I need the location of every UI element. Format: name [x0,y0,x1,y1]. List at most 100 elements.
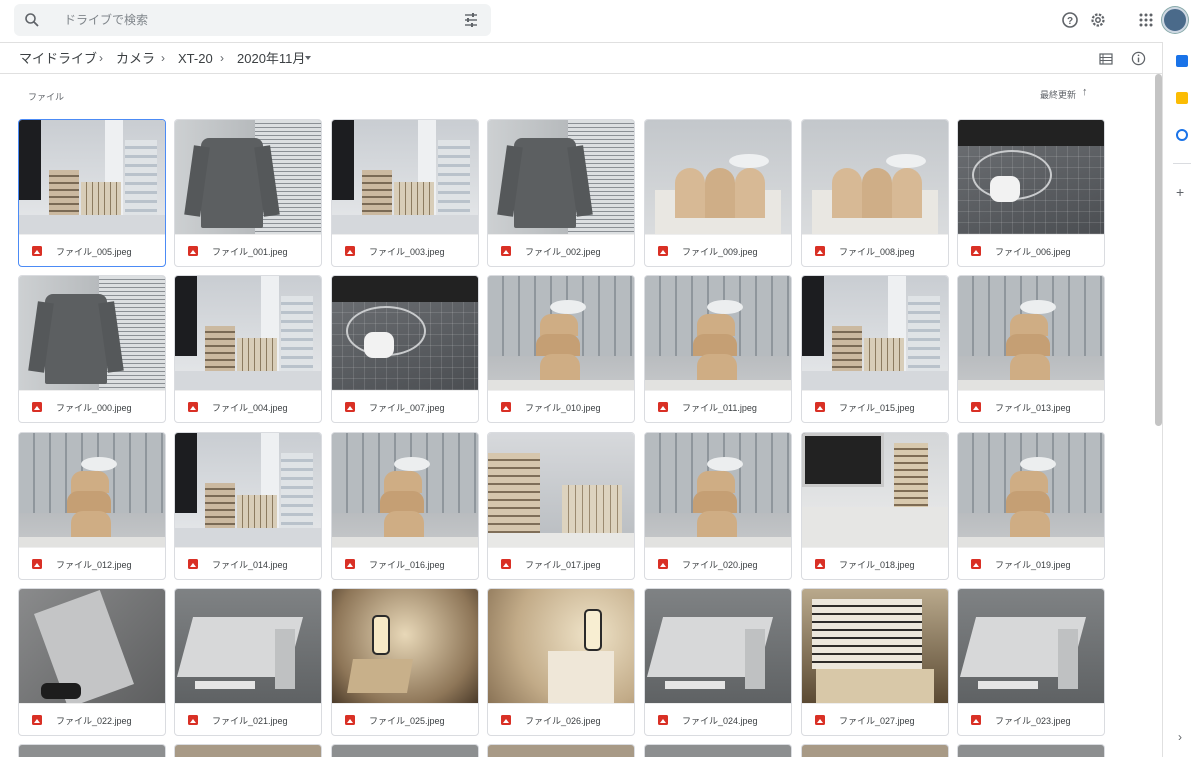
file-card-partial[interactable] [801,744,949,757]
file-caption[interactable]: ファイル_011.jpeg [645,390,791,422]
add-addon-icon[interactable]: + [1176,184,1184,200]
file-card[interactable]: ファイル_024.jpeg [644,588,792,736]
list-view-icon[interactable] [1099,52,1113,66]
file-card[interactable]: ファイル_027.jpeg [801,588,949,736]
file-caption[interactable]: ファイル_008.jpeg [802,234,948,266]
file-thumbnail[interactable] [332,276,478,390]
file-card[interactable]: ファイル_014.jpeg [174,432,322,580]
file-caption[interactable]: ファイル_014.jpeg [175,547,321,579]
file-thumbnail[interactable] [332,433,478,547]
file-caption[interactable]: ファイル_000.jpeg [19,390,165,422]
file-caption[interactable]: ファイル_018.jpeg [802,547,948,579]
file-card[interactable]: ファイル_026.jpeg [487,588,635,736]
breadcrumb-current[interactable]: 2020年11月 [237,50,305,68]
file-thumbnail[interactable] [19,120,165,234]
file-caption[interactable]: ファイル_023.jpeg [958,703,1104,735]
chevron-down-icon[interactable] [305,56,311,60]
file-caption[interactable]: ファイル_022.jpeg [19,703,165,735]
breadcrumb-item[interactable]: カメラ [116,50,155,68]
sort-arrow-icon[interactable]: ↑ [1082,86,1088,98]
calendar-icon[interactable] [1176,55,1188,67]
search-box[interactable]: ドライブで検索 [14,4,491,36]
file-thumbnail[interactable] [645,276,791,390]
file-thumbnail[interactable] [958,433,1104,547]
file-thumbnail[interactable] [802,120,948,234]
file-card[interactable]: ファイル_003.jpeg [331,119,479,267]
file-thumbnail[interactable] [332,589,478,703]
file-thumbnail[interactable] [19,433,165,547]
file-card[interactable]: ファイル_020.jpeg [644,432,792,580]
file-caption[interactable]: ファイル_021.jpeg [175,703,321,735]
file-thumbnail[interactable] [19,589,165,703]
settings-icon[interactable] [1088,10,1108,30]
file-thumbnail[interactable] [802,589,948,703]
file-card[interactable]: ファイル_023.jpeg [957,588,1105,736]
scrollbar[interactable] [1155,74,1162,426]
file-card[interactable]: ファイル_018.jpeg [801,432,949,580]
file-card[interactable]: ファイル_011.jpeg [644,275,792,423]
file-card-partial[interactable] [487,744,635,757]
file-caption[interactable]: ファイル_027.jpeg [802,703,948,735]
search-options-icon[interactable] [463,12,479,28]
account-avatar[interactable] [1162,7,1188,33]
file-card-partial[interactable] [174,744,322,757]
file-card[interactable]: ファイル_021.jpeg [174,588,322,736]
file-card-partial[interactable] [957,744,1105,757]
file-caption[interactable]: ファイル_013.jpeg [958,390,1104,422]
breadcrumb-item[interactable]: マイドライブ [19,50,97,68]
file-caption[interactable]: ファイル_015.jpeg [802,390,948,422]
help-icon[interactable]: ? [1060,10,1080,30]
file-caption[interactable]: ファイル_017.jpeg [488,547,634,579]
breadcrumb-item[interactable]: XT-20 [178,50,213,68]
file-card[interactable]: ファイル_025.jpeg [331,588,479,736]
chevron-right-icon[interactable]: › [1178,730,1182,744]
file-thumbnail[interactable] [958,120,1104,234]
file-caption[interactable]: ファイル_012.jpeg [19,547,165,579]
file-card[interactable]: ファイル_009.jpeg [644,119,792,267]
apps-grid-icon[interactable] [1136,10,1156,30]
file-caption[interactable]: ファイル_005.jpeg [19,234,165,266]
file-thumbnail[interactable] [958,589,1104,703]
file-card[interactable]: ファイル_012.jpeg [18,432,166,580]
file-thumbnail[interactable] [175,589,321,703]
file-card[interactable]: ファイル_001.jpeg [174,119,322,267]
file-thumbnail[interactable] [802,276,948,390]
file-caption[interactable]: ファイル_007.jpeg [332,390,478,422]
file-thumbnail[interactable] [958,276,1104,390]
file-thumbnail[interactable] [488,276,634,390]
keep-icon[interactable] [1176,92,1188,104]
file-caption[interactable]: ファイル_016.jpeg [332,547,478,579]
file-thumbnail[interactable] [645,120,791,234]
file-card[interactable]: ファイル_006.jpeg [957,119,1105,267]
file-thumbnail[interactable] [488,120,634,234]
file-card[interactable]: ファイル_007.jpeg [331,275,479,423]
file-caption[interactable]: ファイル_006.jpeg [958,234,1104,266]
file-thumbnail[interactable] [175,120,321,234]
file-card[interactable]: ファイル_008.jpeg [801,119,949,267]
file-thumbnail[interactable] [488,433,634,547]
file-thumbnail[interactable] [488,589,634,703]
tasks-icon[interactable] [1176,129,1188,141]
file-caption[interactable]: ファイル_010.jpeg [488,390,634,422]
file-thumbnail[interactable] [802,433,948,547]
file-card[interactable]: ファイル_005.jpeg [18,119,166,267]
file-caption[interactable]: ファイル_020.jpeg [645,547,791,579]
file-thumbnail[interactable] [175,276,321,390]
file-card[interactable]: ファイル_017.jpeg [487,432,635,580]
file-card[interactable]: ファイル_004.jpeg [174,275,322,423]
file-caption[interactable]: ファイル_009.jpeg [645,234,791,266]
file-card[interactable]: ファイル_013.jpeg [957,275,1105,423]
file-caption[interactable]: ファイル_024.jpeg [645,703,791,735]
file-caption[interactable]: ファイル_001.jpeg [175,234,321,266]
file-thumbnail[interactable] [645,433,791,547]
file-card[interactable]: ファイル_015.jpeg [801,275,949,423]
file-card[interactable]: ファイル_019.jpeg [957,432,1105,580]
file-card[interactable]: ファイル_010.jpeg [487,275,635,423]
file-card-partial[interactable] [18,744,166,757]
file-card[interactable]: ファイル_016.jpeg [331,432,479,580]
file-card-partial[interactable] [644,744,792,757]
file-thumbnail[interactable] [645,589,791,703]
file-caption[interactable]: ファイル_002.jpeg [488,234,634,266]
file-caption[interactable]: ファイル_026.jpeg [488,703,634,735]
search-input[interactable]: ドライブで検索 [64,12,148,28]
